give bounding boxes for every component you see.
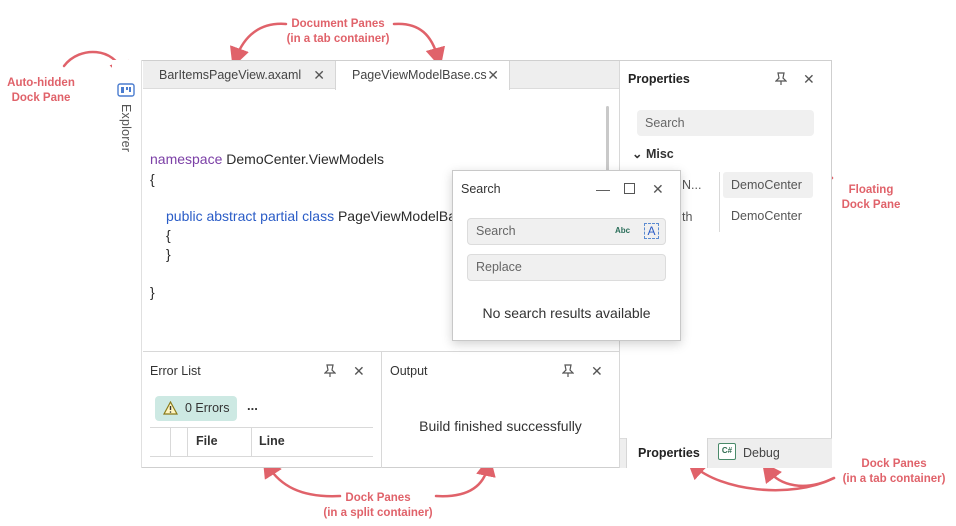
pin-icon[interactable] bbox=[774, 72, 788, 89]
error-list-title: Error List bbox=[150, 364, 201, 378]
property-value-input[interactable]: DemoCenter bbox=[723, 172, 813, 198]
code-line: namespace DemoCenter.ViewModels bbox=[150, 151, 384, 167]
annotation-line: Dock Panes bbox=[861, 458, 927, 470]
close-icon[interactable]: ✕ bbox=[591, 363, 603, 379]
grid-border bbox=[150, 427, 373, 428]
annotation-line: (in a tab container) bbox=[286, 33, 390, 45]
code-line: { bbox=[166, 227, 171, 243]
annotation-line: (in a split container) bbox=[323, 507, 433, 519]
whole-word-toggle[interactable]: A bbox=[644, 223, 659, 239]
annotation-line: Dock Panes bbox=[345, 492, 411, 504]
minimize-icon[interactable]: — bbox=[596, 181, 610, 197]
splitter-vertical[interactable] bbox=[381, 352, 382, 468]
property-divider bbox=[719, 172, 720, 232]
warning-icon bbox=[162, 400, 179, 415]
annotation-split-panes: Dock Panes (in a split container) bbox=[310, 491, 446, 521]
tab-debug[interactable]: Debug bbox=[717, 438, 780, 468]
errors-label: 0 Errors bbox=[185, 401, 230, 415]
grid-border bbox=[187, 427, 188, 457]
search-input[interactable]: Search bbox=[467, 218, 666, 245]
code-line: { bbox=[150, 171, 155, 187]
annotation-line: Document Panes bbox=[291, 18, 385, 30]
tab-label: BarItemsPageView.axaml bbox=[159, 68, 302, 82]
explorer-icon[interactable] bbox=[117, 82, 135, 101]
output-message: Build finished successfully bbox=[419, 418, 582, 434]
output-title: Output bbox=[390, 364, 428, 378]
replace-input[interactable]: Replace bbox=[467, 254, 666, 281]
properties-title: Properties bbox=[628, 72, 690, 86]
annotation-line: Floating bbox=[848, 184, 894, 196]
search-window-title: Search bbox=[461, 182, 501, 196]
properties-search-input[interactable]: Search bbox=[637, 110, 814, 136]
code-line: public abstract partial class PageViewMo… bbox=[166, 208, 452, 224]
close-icon[interactable]: ✕ bbox=[803, 71, 815, 87]
annotation-tab-panes: Dock Panes (in a tab container) bbox=[834, 457, 954, 487]
pin-icon[interactable] bbox=[323, 364, 337, 381]
column-header-file[interactable]: File bbox=[196, 434, 218, 448]
code-line: } bbox=[150, 284, 155, 300]
annotation-line: (in a tab container) bbox=[842, 473, 946, 485]
category-label: Misc bbox=[645, 147, 674, 161]
annotation-floating: Floating Dock Pane bbox=[836, 183, 906, 213]
no-results-message: No search results available bbox=[482, 305, 651, 321]
tab-baritems-pageview[interactable]: BarItemsPageView.axaml ✕ bbox=[143, 61, 335, 89]
category-misc[interactable]: ⌄ Misc bbox=[632, 146, 674, 161]
property-value[interactable]: DemoCenter bbox=[731, 209, 802, 223]
grid-border bbox=[170, 427, 171, 457]
annotation-document-panes: Document Panes (in a tab container) bbox=[276, 17, 400, 47]
keyword: public abstract partial class bbox=[166, 208, 335, 224]
annotation-line: Dock Pane bbox=[841, 199, 901, 211]
maximize-icon[interactable] bbox=[624, 183, 635, 194]
keyword: namespace bbox=[150, 151, 223, 167]
tab-pageviewmodelbase[interactable]: PageViewModelBase.cs ✕ bbox=[335, 61, 510, 90]
match-case-toggle[interactable]: Abc bbox=[615, 226, 630, 235]
property-name: N... bbox=[682, 178, 702, 192]
close-icon[interactable]: ✕ bbox=[313, 61, 325, 89]
grid-border bbox=[251, 427, 252, 457]
tab-label: PageViewModelBase.cs bbox=[352, 68, 487, 82]
annotation-line: Auto-hidden bbox=[7, 77, 75, 89]
close-icon[interactable]: ✕ bbox=[353, 363, 365, 379]
close-icon[interactable]: ✕ bbox=[487, 61, 499, 89]
grid-border bbox=[150, 456, 373, 457]
explorer-tab[interactable]: Explorer bbox=[119, 104, 133, 152]
code-line: } bbox=[166, 246, 171, 262]
close-icon[interactable]: ✕ bbox=[652, 181, 664, 198]
code-text: PageViewModelBase bbox=[337, 208, 452, 224]
code-text: DemoCenter.ViewModels bbox=[222, 151, 384, 167]
pin-icon[interactable] bbox=[561, 364, 575, 381]
tab-properties[interactable]: Properties bbox=[626, 438, 708, 468]
annotation-line: Dock Pane bbox=[11, 92, 71, 104]
annotation-auto-hidden: Auto-hidden Dock Pane bbox=[4, 76, 78, 106]
column-header-line[interactable]: Line bbox=[259, 434, 285, 448]
property-name: th bbox=[682, 210, 693, 224]
more-button[interactable]: ... bbox=[247, 398, 258, 413]
chevron-down-icon: ⌄ bbox=[632, 147, 643, 161]
